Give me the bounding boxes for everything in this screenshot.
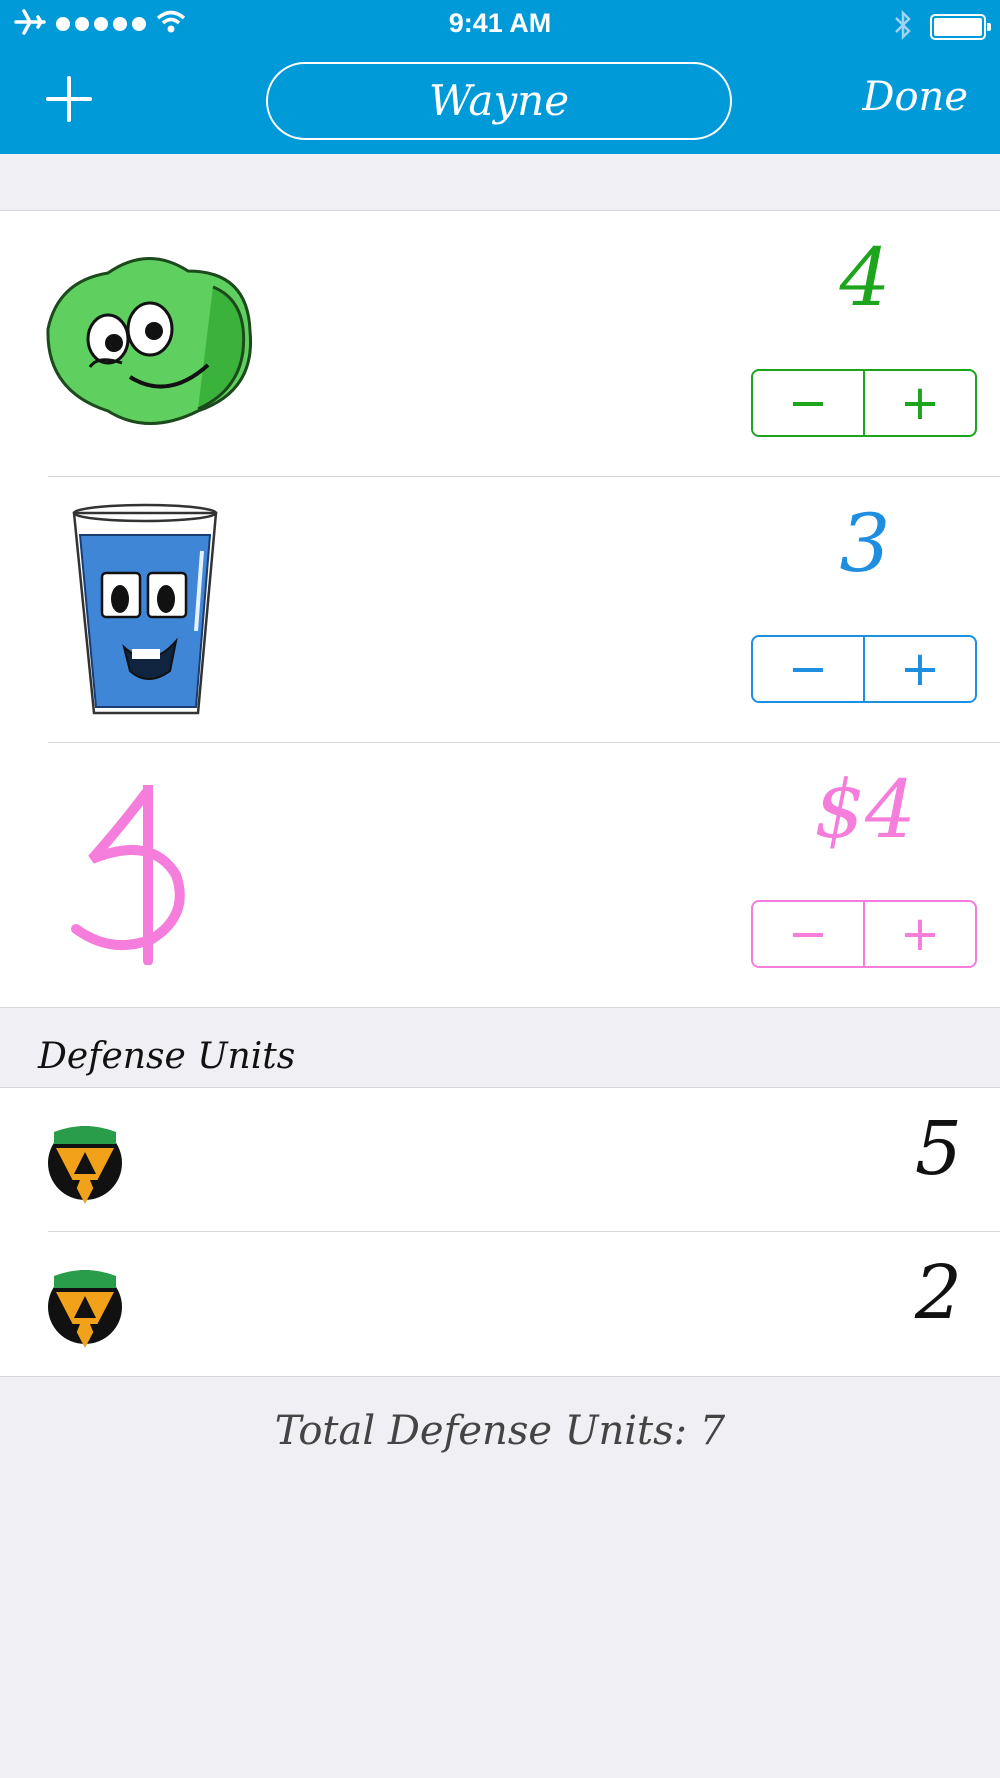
resource-row-water: 3 − + [0,477,1000,742]
money-decrement-button[interactable]: − [753,902,863,966]
resource-row-lettuce: 4 − + [0,211,1000,476]
defense-unit-icon [46,1262,124,1352]
water-increment-button[interactable]: + [863,637,975,701]
lettuce-increment-button[interactable]: + [863,371,975,435]
defense-unit-count: 2 [914,1250,962,1336]
bluetooth-icon [894,9,912,44]
resource-row-money: $4 − + [0,743,1000,1007]
defense-units-panel: 5 2 [0,1087,1000,1377]
lettuce-decrement-button[interactable]: − [753,371,863,435]
navigation-bar: 9:41 AM Wayne Done [0,0,1000,154]
water-decrement-button[interactable]: − [753,637,863,701]
money-count: $4 [814,763,916,856]
defense-unit-icon [46,1118,124,1208]
water-stepper: − + [751,635,977,703]
defense-units-header: Defense Units [38,1036,296,1077]
total-defense-units: Total Defense Units: 7 [274,1408,726,1454]
lettuce-count: 4 [839,231,891,324]
defense-unit-count: 5 [914,1106,962,1192]
battery-icon [930,14,991,40]
defense-unit-row: 5 [0,1088,1000,1231]
dollar-icon [62,780,202,969]
player-name-field[interactable]: Wayne [266,62,732,140]
add-button[interactable] [44,74,94,124]
resources-panel: 4 − + 3 − + $4 − + [0,210,1000,1008]
status-bar: 9:41 AM [0,0,1000,48]
lettuce-icon [38,251,254,433]
money-stepper: − + [751,900,977,968]
status-right [894,9,991,44]
lettuce-stepper: − + [751,369,977,437]
defense-unit-row: 2 [0,1232,1000,1376]
money-increment-button[interactable]: + [863,902,975,966]
water-glass-icon [70,501,220,725]
status-time: 9:41 AM [448,8,552,38]
plus-icon [46,76,92,122]
done-button[interactable]: Done [862,74,968,120]
water-count: 3 [839,497,891,590]
